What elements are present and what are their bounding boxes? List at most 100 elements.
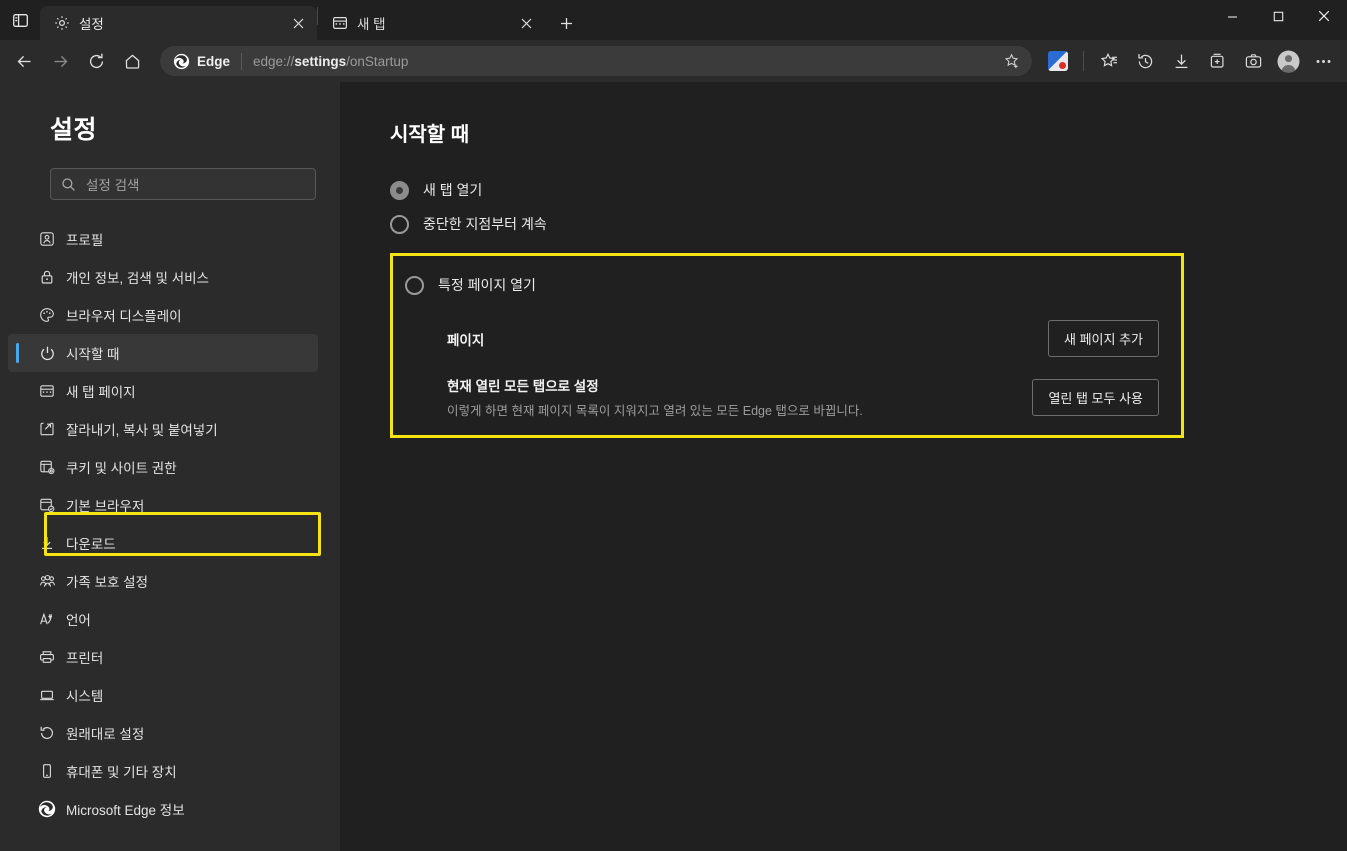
current-tabs-description: 이렇게 하면 현재 페이지 목록이 지워지고 열려 있는 모든 Edge 탭으로…: [447, 400, 1032, 419]
minimize-button[interactable]: [1209, 0, 1255, 32]
tab-actions-icon[interactable]: [0, 0, 40, 40]
sidebar-item-languages[interactable]: 언어: [0, 600, 340, 638]
search-input[interactable]: 설정 검색: [50, 168, 316, 200]
reload-button[interactable]: [78, 45, 114, 77]
settings-more-icon[interactable]: [1305, 45, 1341, 77]
sidebar-item-label: 가족 보호 설정: [66, 571, 148, 591]
language-icon: [38, 610, 56, 628]
default-browser-icon: [38, 496, 56, 514]
family-icon: [38, 572, 56, 590]
sidebar-item-label: 원래대로 설정: [66, 723, 144, 743]
sidebar-item-label: 프린터: [66, 647, 103, 667]
palette-icon: [38, 306, 56, 324]
sidebar-item-printers[interactable]: 프린터: [0, 638, 340, 676]
title-bar: 설정 새 탭: [0, 0, 1347, 40]
search-icon: [61, 177, 76, 192]
use-all-open-tabs-button[interactable]: 열린 탭 모두 사용: [1032, 379, 1159, 416]
edge-logo-icon: [38, 800, 56, 818]
app-body: 설정 설정 검색 프로필: [0, 82, 1347, 851]
profile-avatar[interactable]: [1271, 45, 1305, 77]
profile-icon: [38, 230, 56, 248]
current-tabs-title: 현재 열린 모든 탭으로 설정: [447, 375, 1032, 395]
lock-icon: [38, 268, 56, 286]
sidebar-item-downloads[interactable]: 다운로드: [0, 524, 340, 562]
search-placeholder: 설정 검색: [86, 174, 139, 194]
content-page-title: 시작할 때: [390, 118, 1347, 147]
gear-icon: [53, 15, 70, 32]
collections-icon[interactable]: [1199, 45, 1235, 77]
system-icon: [38, 686, 56, 704]
printer-icon: [38, 648, 56, 666]
maximize-button[interactable]: [1255, 0, 1301, 32]
close-icon[interactable]: [515, 12, 537, 34]
sidebar-item-family-safety[interactable]: 가족 보호 설정: [0, 562, 340, 600]
radio-open-new-tab[interactable]: 새 탭 열기: [390, 173, 1347, 207]
omnibox-divider: [241, 53, 242, 70]
close-button[interactable]: [1301, 0, 1347, 32]
url-host: settings: [294, 54, 346, 69]
sidebar-item-appearance[interactable]: 브라우저 디스플레이: [0, 296, 340, 334]
add-favorite-star-icon[interactable]: [998, 48, 1026, 74]
back-button[interactable]: [6, 45, 42, 77]
forward-button[interactable]: [42, 45, 78, 77]
omnibox-url[interactable]: edge://settings/onStartup: [253, 54, 998, 69]
radio-continue-where-left-off[interactable]: 중단한 지점부터 계속: [390, 207, 1347, 241]
sidebar-item-phone-devices[interactable]: 휴대폰 및 기타 장치: [0, 752, 340, 790]
sidebar-item-label: 브라우저 디스플레이: [66, 305, 182, 325]
radio-open-specific-pages[interactable]: 특정 페이지 열기: [405, 268, 1167, 302]
address-bar[interactable]: Edge edge://settings/onStartup: [160, 46, 1032, 76]
history-icon[interactable]: [1127, 45, 1163, 77]
home-button[interactable]: [114, 45, 150, 77]
sidebar-item-cookies[interactable]: 쿠키 및 사이트 권한: [0, 448, 340, 486]
browser-toolbar: Edge edge://settings/onStartup: [0, 40, 1347, 82]
screenshot-icon[interactable]: [1235, 45, 1271, 77]
sidebar-item-default-browser[interactable]: 기본 브라우저: [0, 486, 340, 524]
sidebar-item-label: 다운로드: [66, 533, 116, 553]
radio-button[interactable]: [390, 181, 409, 200]
tab-settings[interactable]: 설정: [40, 6, 317, 40]
new-tab-page-icon: [331, 15, 348, 32]
sidebar-item-system[interactable]: 시스템: [0, 676, 340, 714]
sidebar-item-label: 개인 정보, 검색 및 서비스: [66, 267, 209, 287]
sidebar-item-label: 쿠키 및 사이트 권한: [66, 457, 177, 477]
radio-label: 새 탭 열기: [423, 180, 482, 200]
sidebar-item-label: 프로필: [66, 229, 103, 249]
page-title: 설정: [0, 110, 340, 146]
sidebar-item-privacy[interactable]: 개인 정보, 검색 및 서비스: [0, 258, 340, 296]
extension-icon[interactable]: [1040, 45, 1076, 77]
close-icon[interactable]: [287, 12, 309, 34]
sidebar-nav: 프로필 개인 정보, 검색 및 서비스: [0, 220, 340, 828]
sidebar-item-reset-settings[interactable]: 원래대로 설정: [0, 714, 340, 752]
new-tab-button[interactable]: [551, 8, 581, 38]
sidebar-item-label: 새 탭 페이지: [66, 381, 136, 401]
radio-label: 중단한 지점부터 계속: [423, 214, 547, 234]
sidebar-item-label: 휴대폰 및 기타 장치: [66, 761, 177, 781]
tab-new-tab[interactable]: 새 탭: [318, 6, 545, 40]
sidebar-item-about-edge[interactable]: Microsoft Edge 정보: [0, 790, 340, 828]
downloads-icon[interactable]: [1163, 45, 1199, 77]
download-icon: [38, 534, 56, 552]
settings-sidebar: 설정 설정 검색 프로필: [0, 82, 340, 851]
favorites-icon[interactable]: [1091, 45, 1127, 77]
url-prefix: edge://: [253, 54, 294, 69]
sidebar-item-profile[interactable]: 프로필: [0, 220, 340, 258]
sidebar-item-new-tab-page[interactable]: 새 탭 페이지: [0, 372, 340, 410]
add-new-page-button[interactable]: 새 페이지 추가: [1048, 320, 1159, 357]
radio-button[interactable]: [405, 276, 424, 295]
omnibox-brand-label: Edge: [197, 54, 230, 69]
window-controls: [1209, 0, 1347, 32]
sidebar-item-cut-copy-paste[interactable]: 잘라내기, 복사 및 붙여넣기: [0, 410, 340, 448]
cookies-icon: [38, 458, 56, 476]
power-icon: [38, 344, 56, 362]
sidebar-item-label: 시스템: [66, 685, 103, 705]
sidebar-item-label: 기본 브라우저: [66, 495, 144, 515]
sidebar-item-label: 잘라내기, 복사 및 붙여넣기: [66, 419, 218, 439]
sidebar-item-on-startup[interactable]: 시작할 때: [8, 334, 318, 372]
sidebar-item-label: 시작할 때: [66, 343, 119, 363]
edge-logo-icon: [172, 52, 190, 70]
annotation-highlight-specific-pages: 특정 페이지 열기 페이지 새 페이지 추가 현재 열린 모든 탭으로 설정 이…: [390, 253, 1184, 438]
share-icon: [38, 420, 56, 438]
sidebar-item-label: Microsoft Edge 정보: [66, 799, 185, 819]
phone-icon: [38, 762, 56, 780]
radio-button[interactable]: [390, 215, 409, 234]
